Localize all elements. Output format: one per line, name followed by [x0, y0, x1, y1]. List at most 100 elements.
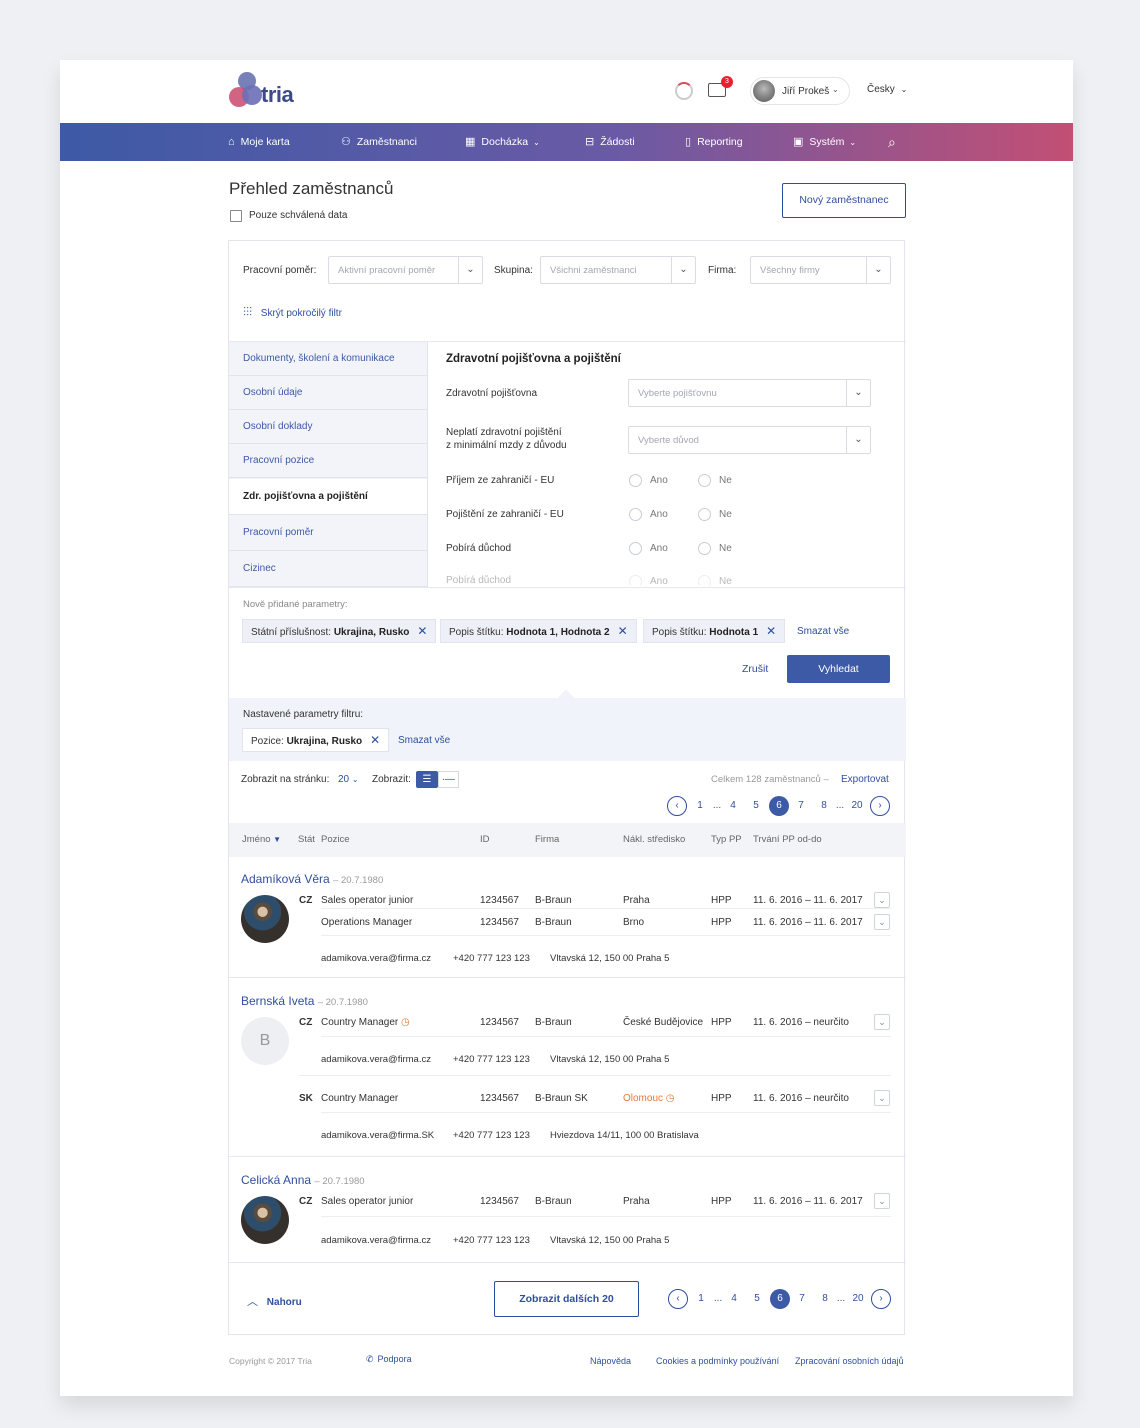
sidebar-item-personal[interactable]: Osobní údaje — [229, 376, 427, 410]
language-select[interactable]: Česky ⌄ — [867, 84, 907, 95]
close-icon[interactable]: ✕ — [766, 624, 776, 638]
th-cost-center[interactable]: Nákl. středisko — [623, 834, 685, 845]
pagination-next[interactable]: › — [870, 796, 890, 816]
user-menu[interactable]: Jiří Prokeš ⌄ — [750, 77, 850, 105]
pagination-page[interactable]: 4 — [724, 1289, 744, 1309]
cell-position[interactable]: Country Manager — [321, 1093, 398, 1104]
sidebar-item-documents[interactable]: Dokumenty, školení a komunikace — [229, 342, 427, 376]
per-page-select[interactable]: 20 ⌄ — [338, 774, 359, 785]
radio-no[interactable]: Ne — [698, 508, 732, 521]
filter-chip[interactable]: Státní příslušnost: Ukrajina, Rusko ✕ — [242, 619, 437, 643]
radio-yes[interactable]: Ano — [629, 575, 668, 585]
th-country[interactable]: Stát — [298, 834, 315, 845]
help-link[interactable]: Nápověda — [590, 1356, 631, 1366]
load-more-button[interactable]: Zobrazit dalších 20 — [494, 1281, 639, 1317]
export-link[interactable]: Exportovat — [841, 774, 889, 785]
approved-only-checkbox[interactable] — [230, 210, 242, 222]
view-label: Zobrazit: — [372, 774, 411, 785]
loading-indicator-icon[interactable] — [675, 82, 693, 100]
company-select[interactable]: Všechny firmy ⌄ — [750, 256, 891, 284]
cell-position[interactable]: Country Manager ◷ — [321, 1017, 410, 1028]
th-duration[interactable]: Trvání PP od-do — [753, 834, 822, 845]
expand-button[interactable]: ⌄ — [874, 1014, 890, 1030]
cell-position[interactable]: Sales operator junior — [321, 1196, 413, 1207]
nav-system[interactable]: ▣ Systém ⌄ — [793, 123, 856, 161]
sidebar-item-foreigner[interactable]: Cizinec — [229, 551, 427, 587]
list-view-icon[interactable]: ☰ — [416, 771, 438, 788]
th-type[interactable]: Typ PP — [711, 834, 742, 845]
contact-email[interactable]: adamikova.vera@firma.cz — [321, 1235, 431, 1246]
pagination-page[interactable]: 7 — [791, 796, 811, 816]
cookies-link[interactable]: Cookies a podmínky používání — [656, 1356, 779, 1366]
hide-advanced-filter[interactable]: ⫶⫶⫶ Skrýt pokročilý filtr — [243, 305, 342, 320]
nav-zamestnanci[interactable]: ⚇ Zaměstnanci — [341, 123, 417, 161]
expand-button[interactable]: ⌄ — [874, 914, 890, 930]
nav-dochazka[interactable]: ▦ Docházka ⌄ — [465, 123, 540, 161]
inbox-icon[interactable]: 3 — [708, 76, 733, 97]
employee-name[interactable]: Adamíková Věra – 20.7.1980 — [241, 872, 383, 886]
employee-name[interactable]: Bernská Iveta – 20.7.1980 — [241, 994, 368, 1008]
expand-button[interactable]: ⌄ — [874, 1193, 890, 1209]
filter-chip[interactable]: Popis štítku: Hodnota 1, Hodnota 2 ✕ — [440, 619, 637, 643]
radio-no[interactable]: Ne — [698, 474, 732, 487]
radio-yes[interactable]: Ano — [629, 542, 668, 555]
pagination-page-current[interactable]: 6 — [769, 796, 789, 816]
group-select[interactable]: Všichni zaměstnanci ⌄ — [540, 256, 696, 284]
radio-yes[interactable]: Ano — [629, 508, 668, 521]
expand-button[interactable]: ⌄ — [874, 1090, 890, 1106]
nav-moje-karta[interactable]: ⌂ Moje karta — [228, 123, 290, 161]
support-link[interactable]: ✆ Podpora — [366, 1354, 412, 1365]
cell-position[interactable]: Operations Manager — [321, 917, 412, 928]
pagination-page[interactable]: 7 — [792, 1289, 812, 1309]
radio-no[interactable]: Ne — [698, 575, 732, 585]
pagination-prev[interactable]: ‹ — [667, 796, 687, 816]
employee-name[interactable]: Celická Anna – 20.7.1980 — [241, 1173, 365, 1187]
contact-email[interactable]: adamikova.vera@firma.cz — [321, 953, 431, 964]
pagination-next[interactable]: › — [871, 1289, 891, 1309]
radio-no[interactable]: Ne — [698, 542, 732, 555]
search-icon[interactable]: ⌕ — [888, 123, 896, 161]
filter-chip[interactable]: Popis štítku: Hodnota 1 ✕ — [643, 619, 786, 643]
th-company[interactable]: Firma — [535, 834, 559, 845]
divider — [321, 908, 891, 909]
radio-yes[interactable]: Ano — [629, 474, 668, 487]
set-filter-chip[interactable]: Pozice: Ukrajina, Rusko ✕ — [242, 728, 390, 752]
logo[interactable]: tria — [228, 70, 308, 110]
insurance-select[interactable]: Vyberte pojišťovnu ⌄ — [628, 379, 871, 407]
to-top-link[interactable]: ︿ Nahoru — [247, 1293, 302, 1309]
pagination-page[interactable]: 4 — [723, 796, 743, 816]
contact-email[interactable]: adamikova.vera@firma.cz — [321, 1054, 431, 1065]
clear-all-set-link[interactable]: Smazat vše — [398, 735, 450, 746]
sidebar-item-insurance[interactable]: Zdr. pojišťovna a pojištění — [229, 479, 427, 515]
th-position[interactable]: Pozice — [321, 834, 350, 845]
pagination-page[interactable]: 20 — [848, 1289, 868, 1309]
th-name[interactable]: Jméno ▼ — [242, 834, 281, 845]
pagination-page-current[interactable]: 6 — [770, 1289, 790, 1309]
close-icon[interactable]: ✕ — [618, 624, 628, 638]
th-id[interactable]: ID — [480, 834, 490, 845]
employment-select[interactable]: Aktivní pracovní poměr ⌄ — [328, 256, 483, 284]
nav-reporting[interactable]: ▯ Reporting — [685, 123, 743, 161]
sidebar-item-position[interactable]: Pracovní pozice — [229, 444, 427, 478]
pagination-page[interactable]: 5 — [747, 1289, 767, 1309]
cell-position[interactable]: Sales operator junior — [321, 895, 413, 906]
close-icon[interactable]: ✕ — [417, 624, 427, 638]
expand-button[interactable]: ⌄ — [874, 892, 890, 908]
cancel-button[interactable]: Zrušit — [742, 663, 768, 675]
nav-zadosti[interactable]: ⊟ Žádosti — [585, 123, 635, 161]
pagination-prev[interactable]: ‹ — [668, 1289, 688, 1309]
contact-email[interactable]: adamikova.vera@firma.SK — [321, 1130, 434, 1141]
clear-all-new-link[interactable]: Smazat vše — [797, 626, 849, 637]
sidebar-item-employment[interactable]: Pracovní poměr — [229, 515, 427, 551]
close-icon[interactable]: ✕ — [370, 733, 380, 747]
new-employee-button[interactable]: Nový zaměstnanec — [782, 183, 906, 218]
gdpr-link[interactable]: Zpracování osobních údajů — [795, 1356, 904, 1366]
search-button[interactable]: Vyhledat — [787, 655, 890, 683]
app-window: tria 3 Jiří Prokeš ⌄ Česky ⌄ ⌂ Moje karta… — [60, 60, 1073, 1396]
pagination-page[interactable]: 5 — [746, 796, 766, 816]
pagination-page[interactable]: 20 — [847, 796, 867, 816]
cell-country: CZ — [299, 1196, 313, 1207]
sidebar-item-documents-personal[interactable]: Osobní doklady — [229, 410, 427, 444]
reason-select[interactable]: Vyberte důvod ⌄ — [628, 426, 871, 454]
compact-view-icon[interactable]: ∙— — [438, 771, 459, 788]
